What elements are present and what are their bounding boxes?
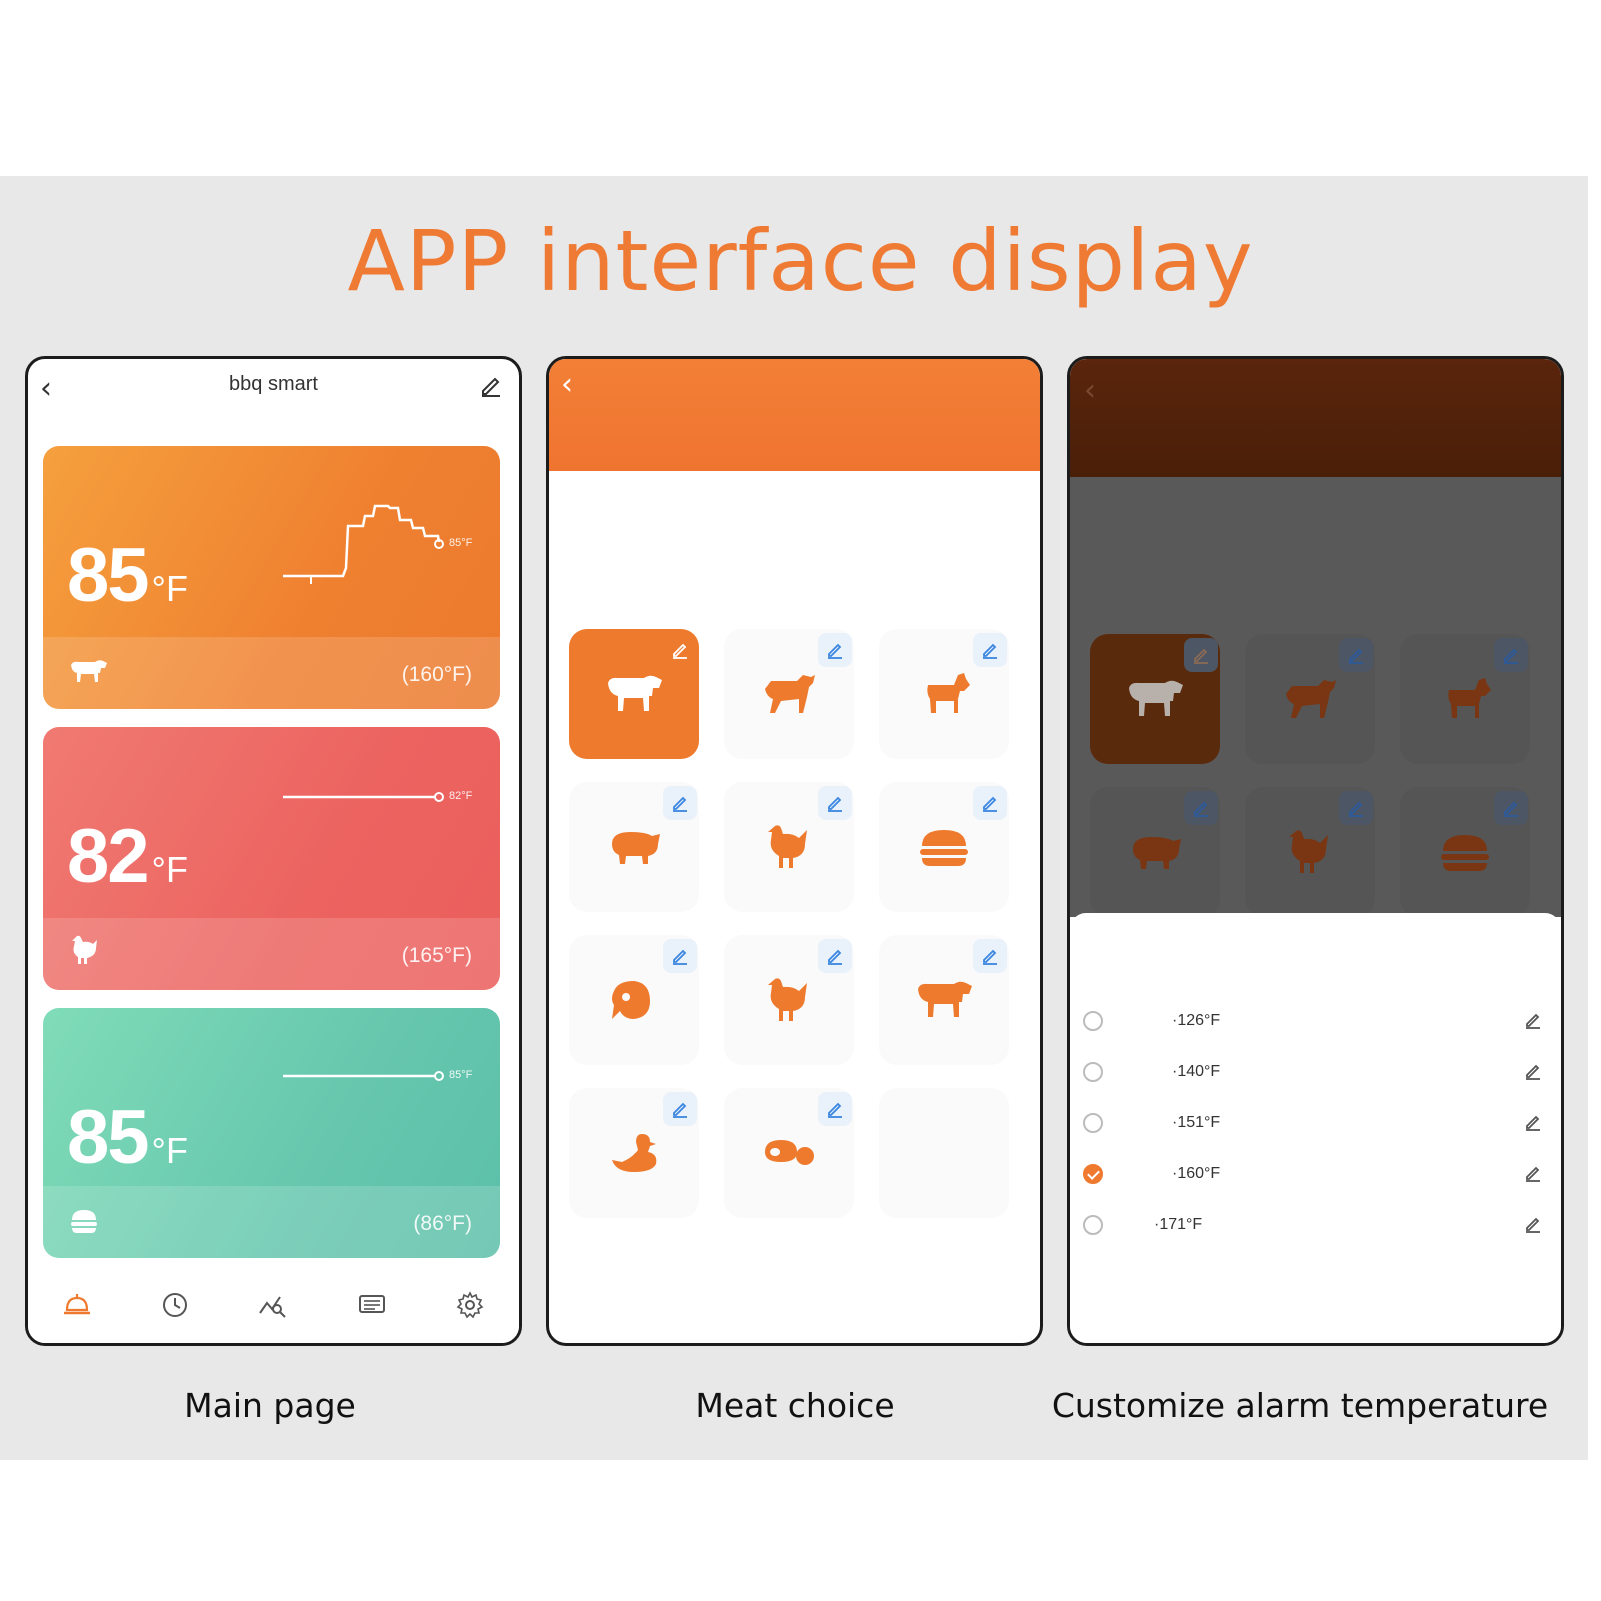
list-icon[interactable] (352, 1285, 392, 1325)
chevron-left-icon[interactable]: ‹ (1084, 373, 1096, 408)
pen-icon[interactable] (818, 1092, 852, 1126)
meat-tile-chicken[interactable] (724, 782, 854, 912)
meat-tile-chicken[interactable] (724, 935, 854, 1065)
meat-tile-pig[interactable] (1090, 787, 1220, 917)
pen-icon[interactable] (1339, 791, 1373, 825)
current-temp: 85 °F (67, 1094, 188, 1181)
meat-tile-duck[interactable] (569, 1088, 699, 1218)
alarm-option-row[interactable]: ·171°F (1070, 1202, 1561, 1253)
meat-tile-cow[interactable] (569, 629, 699, 759)
target-temp: (165°F) (401, 944, 472, 967)
alarm-radio[interactable] (1083, 1011, 1103, 1031)
pen-icon[interactable] (1339, 638, 1373, 672)
alarm-radio[interactable] (1083, 1113, 1103, 1133)
page-title: APP interface display (347, 212, 1254, 310)
target-temp: (86°F) (413, 1212, 472, 1235)
graph-label: 85°F (449, 537, 473, 549)
chart-icon[interactable] (253, 1285, 293, 1325)
burger-icon (69, 1208, 99, 1238)
main-page-screen: ‹ bbq smart 85°F 85 °F (160°F) 82°F 82 °F … (25, 356, 522, 1346)
alarm-temp-value: ·151°F (1172, 1114, 1221, 1131)
target-temp: (160°F) (401, 663, 472, 686)
current-temp: 82 °F (67, 813, 188, 900)
pen-icon[interactable] (663, 633, 697, 667)
pen-icon[interactable] (1523, 1163, 1543, 1187)
temp-unit: °F (151, 1130, 188, 1171)
meat-tile-chicken[interactable] (1245, 787, 1375, 917)
alarm-sheet: ·126°F ·140°F ·151°F ·160°F ·171°F (1070, 913, 1561, 1343)
pen-icon[interactable] (973, 939, 1007, 973)
meat-tile-fish[interactable] (569, 935, 699, 1065)
current-temp: 85 °F (67, 532, 188, 619)
meat-tile-bull[interactable] (1245, 634, 1375, 764)
tab-bar (28, 1267, 519, 1343)
alarm-radio[interactable] (1083, 1062, 1103, 1082)
pen-icon[interactable] (1523, 1010, 1543, 1034)
meat-tile-goat[interactable] (879, 629, 1009, 759)
chicken-icon (69, 934, 99, 970)
alarm-temp-value: ·160°F (1172, 1165, 1221, 1182)
meat-tile-goat[interactable] (1400, 634, 1530, 764)
meat-tile-burger[interactable] (879, 782, 1009, 912)
pen-icon[interactable] (1523, 1112, 1543, 1136)
pen-icon[interactable] (818, 633, 852, 667)
clock-icon[interactable] (155, 1285, 195, 1325)
temp-value: 85 (67, 1095, 150, 1180)
header-banner: ‹ (549, 359, 1040, 471)
pen-icon[interactable] (1184, 791, 1218, 825)
temp-unit: °F (151, 849, 188, 890)
meat-tile-steak[interactable] (724, 1088, 854, 1218)
pen-icon[interactable] (663, 786, 697, 820)
meat-choice-screen: ‹ (546, 356, 1043, 1346)
probe-card[interactable]: 82°F 82 °F (165°F) (43, 727, 500, 990)
temp-unit: °F (151, 568, 188, 609)
pen-icon[interactable] (973, 633, 1007, 667)
alarm-option-row[interactable]: ·126°F (1070, 998, 1561, 1049)
alarm-radio[interactable] (1083, 1164, 1103, 1184)
pen-icon[interactable] (818, 939, 852, 973)
chevron-left-icon[interactable]: ‹ (561, 367, 573, 402)
caption-main-page: Main page (184, 1386, 356, 1425)
pen-icon[interactable] (1523, 1214, 1543, 1238)
alarm-temp-value: ·171°F (1154, 1216, 1203, 1233)
alarm-temperature-screen: ‹ ·126°F ·140°F ·151°F ·160°F ·171°F (1067, 356, 1564, 1346)
caption-alarm: Customize alarm temperature (1051, 1386, 1549, 1425)
caption-meat-choice: Meat choice (695, 1386, 895, 1425)
probe-card[interactable]: 85°F 85 °F (160°F) (43, 446, 500, 709)
temp-value: 82 (67, 814, 150, 899)
cow-icon (69, 657, 109, 689)
alarm-option-row[interactable]: ·160°F (1070, 1151, 1561, 1202)
pen-icon[interactable] (973, 786, 1007, 820)
app-title: bbq smart (229, 373, 318, 395)
graph-label: 82°F (449, 790, 473, 802)
meat-tile-cow[interactable] (879, 935, 1009, 1065)
alarm-option-row[interactable]: ·140°F (1070, 1049, 1561, 1100)
meat-tile-bull[interactable] (724, 629, 854, 759)
pen-icon[interactable] (818, 786, 852, 820)
alarm-temp-value: ·140°F (1172, 1063, 1221, 1080)
pen-icon[interactable] (1523, 1061, 1543, 1085)
alarm-temp-value: ·126°F (1172, 1012, 1221, 1029)
alarm-radio[interactable] (1083, 1215, 1103, 1235)
empty-tile (879, 1088, 1009, 1218)
meat-tile-cow[interactable] (1090, 634, 1220, 764)
temp-value: 85 (67, 533, 150, 618)
pen-icon[interactable] (663, 939, 697, 973)
meat-tile-burger[interactable] (1400, 787, 1530, 917)
bell-icon[interactable] (57, 1285, 97, 1325)
pen-icon[interactable] (1494, 638, 1528, 672)
alarm-option-row[interactable]: ·151°F (1070, 1100, 1561, 1151)
probe-card[interactable]: 85°F 85 °F (86°F) (43, 1008, 500, 1258)
settings-icon[interactable] (450, 1285, 490, 1325)
pen-icon[interactable] (663, 1092, 697, 1126)
pen-icon[interactable] (1184, 638, 1218, 672)
header-banner: ‹ (1070, 359, 1561, 477)
meat-tile-pig[interactable] (569, 782, 699, 912)
graph-label: 85°F (449, 1069, 473, 1081)
app-header: ‹ bbq smart (28, 359, 519, 419)
pen-icon[interactable] (1494, 791, 1528, 825)
pen-icon[interactable] (479, 373, 503, 401)
